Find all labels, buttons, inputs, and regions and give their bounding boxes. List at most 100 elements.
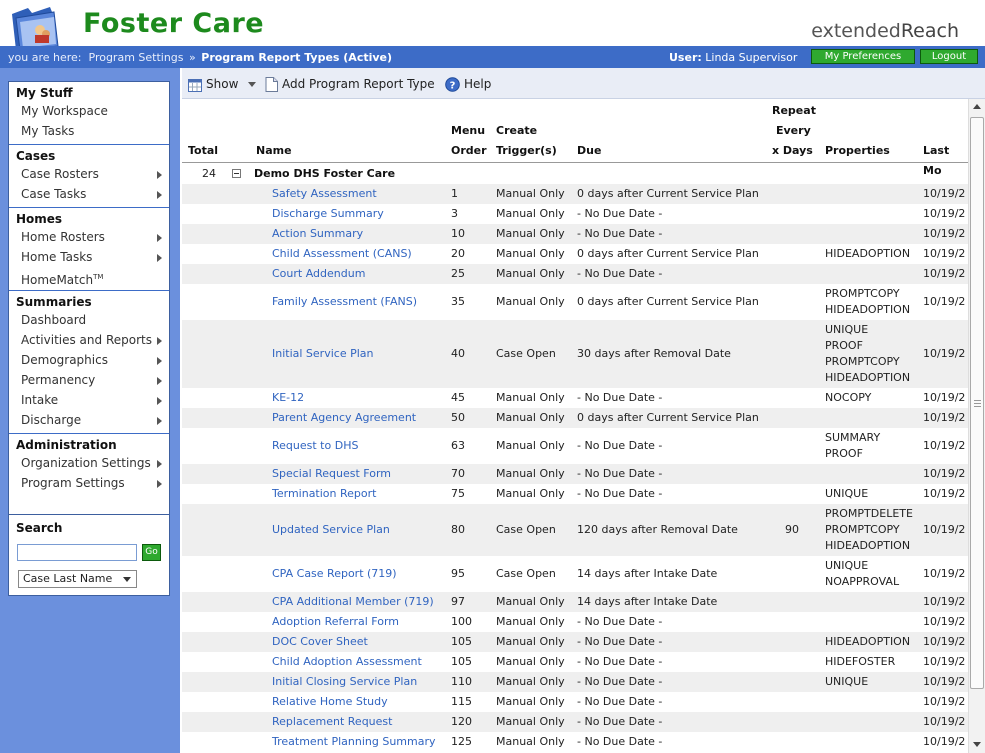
header-total[interactable]: Total xyxy=(188,141,218,161)
add-program-report-type-button[interactable]: Add Program Report Type xyxy=(265,76,435,92)
sidebar-item-label: Intake xyxy=(21,393,59,407)
sidebar-item[interactable]: Case Rosters xyxy=(9,165,169,185)
go-button[interactable]: Go xyxy=(142,544,161,561)
menu-order-cell: 100 xyxy=(451,615,472,628)
trigger-cell: Manual Only xyxy=(496,615,565,628)
property-value: HIDEADOPTION xyxy=(825,247,911,260)
report-type-link[interactable]: Adoption Referral Form xyxy=(272,614,399,630)
report-type-link[interactable]: Initial Closing Service Plan xyxy=(272,674,417,690)
sidebar-item[interactable]: Dashboard xyxy=(9,311,169,331)
chevron-right-icon xyxy=(157,357,162,365)
help-button[interactable]: ? Help xyxy=(445,76,491,92)
sidebar-item[interactable]: My Tasks xyxy=(9,122,169,142)
chevron-right-icon xyxy=(157,460,162,468)
sidebar-item-label: Case Rosters xyxy=(21,167,99,181)
due-cell: - No Due Date - xyxy=(577,487,663,500)
sidebar-item[interactable]: My Workspace xyxy=(9,102,169,122)
report-type-link[interactable]: Safety Assessment xyxy=(272,186,377,202)
property-value: PROMPTCOPY xyxy=(825,523,900,536)
menu-order-cell: 110 xyxy=(451,675,472,688)
show-menu-button[interactable]: Show xyxy=(188,76,257,92)
table-row: Action Summary 10 Manual Only - No Due Date… xyxy=(182,224,968,244)
sidebar-item[interactable]: Intake xyxy=(9,391,169,411)
report-type-link[interactable]: Replacement Request xyxy=(272,714,392,730)
menu-order-cell: 1 xyxy=(451,187,458,200)
header-properties[interactable]: Properties xyxy=(825,141,890,161)
collapse-icon[interactable] xyxy=(232,169,241,178)
report-type-link[interactable]: KE-12 xyxy=(272,390,304,406)
report-type-link[interactable]: Family Assessment (FANS) xyxy=(272,294,417,310)
due-cell: - No Due Date - xyxy=(577,715,663,728)
sidebar-item[interactable]: Home Tasks xyxy=(9,248,169,268)
top-bar: you are here: Program Settings » Program… xyxy=(0,46,985,68)
logout-button[interactable]: Logout xyxy=(920,49,978,64)
brand-light: extended xyxy=(811,20,901,42)
due-cell: 30 days after Removal Date xyxy=(577,347,731,360)
report-type-link[interactable]: Initial Service Plan xyxy=(272,346,374,362)
nav-section: My Stuff My Workspace My Tasks xyxy=(9,82,169,145)
menu-order-cell: 70 xyxy=(451,467,465,480)
report-type-link[interactable]: Action Summary xyxy=(272,226,363,242)
sidebar-item[interactable]: Discharge xyxy=(9,411,169,431)
trigger-cell: Manual Only xyxy=(496,439,565,452)
report-type-link[interactable]: Court Addendum xyxy=(272,266,365,282)
report-type-link[interactable]: CPA Additional Member (719) xyxy=(272,594,434,610)
report-type-link[interactable]: Termination Report xyxy=(272,486,376,502)
header-name[interactable]: Name xyxy=(256,141,292,161)
breadcrumb-parent-link[interactable]: Program Settings xyxy=(89,51,184,64)
last-modified-cell: 10/19/2 xyxy=(923,439,966,452)
sidebar-item[interactable]: Demographics xyxy=(9,351,169,371)
table-row: Treatment Planning Summary 125 Manual Only… xyxy=(182,732,968,752)
search-type-value: Case Last Name xyxy=(23,572,113,585)
report-type-link[interactable]: Child Assessment (CANS) xyxy=(272,246,412,262)
my-preferences-button[interactable]: My Preferences xyxy=(811,49,915,64)
breadcrumb-current: Program Report Types (Active) xyxy=(201,51,393,64)
search-type-select[interactable]: Case Last Name xyxy=(18,570,137,588)
sidebar-item[interactable]: Activities and Reports xyxy=(9,331,169,351)
header-trigger-line1: Create xyxy=(496,124,538,137)
nav-section-title: My Stuff xyxy=(16,86,73,100)
sidebar-item-label: Home Rosters xyxy=(21,230,105,244)
last-modified-cell: 10/19/2 xyxy=(923,267,966,280)
menu-order-cell: 40 xyxy=(451,347,465,360)
property-value: UNIQUE xyxy=(825,559,869,572)
header-repeat[interactable]: x Days xyxy=(772,141,813,161)
report-type-link[interactable]: Parent Agency Agreement xyxy=(272,410,416,426)
report-type-link[interactable]: Request to DHS xyxy=(272,438,358,454)
sidebar-item-label: Demographics xyxy=(21,353,108,367)
sidebar-item[interactable]: HomeMatchTM xyxy=(9,268,169,288)
header-trigger[interactable]: Trigger(s) xyxy=(496,141,557,161)
sidebar-item[interactable]: Organization Settings xyxy=(9,454,169,474)
header-due[interactable]: Due xyxy=(577,141,601,161)
scroll-up-icon[interactable] xyxy=(969,99,985,115)
property-value: HIDEADOPTION xyxy=(825,539,911,552)
table-row: Relative Home Study 115 Manual Only - No Du… xyxy=(182,692,968,712)
report-type-link[interactable]: Child Adoption Assessment xyxy=(272,654,422,670)
header-menu-line1: Menu xyxy=(451,124,486,137)
property-value: SUMMARY xyxy=(825,431,881,444)
report-type-link[interactable]: Updated Service Plan xyxy=(272,522,390,538)
scrollbar-thumb[interactable] xyxy=(970,117,984,689)
chevron-right-icon xyxy=(157,171,162,179)
sidebar-item[interactable]: Program Settings xyxy=(9,474,169,494)
search-input[interactable] xyxy=(17,544,137,561)
report-type-link[interactable]: Relative Home Study xyxy=(272,694,388,710)
breadcrumb-separator: » xyxy=(189,51,196,64)
last-modified-cell: 10/19/2 xyxy=(923,227,966,240)
report-type-link[interactable]: DOC Cover Sheet xyxy=(272,634,368,650)
vertical-scrollbar[interactable] xyxy=(968,99,985,753)
sidebar-item-label: HomeMatch xyxy=(21,273,94,287)
report-type-link[interactable]: CPA Case Report (719) xyxy=(272,566,397,582)
due-cell: 14 days after Intake Date xyxy=(577,595,718,608)
report-type-link[interactable]: Discharge Summary xyxy=(272,206,384,222)
header-menu-order[interactable]: Order xyxy=(451,141,487,161)
report-type-link[interactable]: Treatment Planning Summary xyxy=(272,734,436,750)
sidebar-item[interactable]: Case Tasks xyxy=(9,185,169,205)
last-modified-cell: 10/19/2 xyxy=(923,187,966,200)
report-type-link[interactable]: Special Request Form xyxy=(272,466,391,482)
sidebar-item[interactable]: Permanency xyxy=(9,371,169,391)
sidebar-item[interactable]: Home Rosters xyxy=(9,228,169,248)
table-row: CPA Additional Member (719) 97 Manual Only… xyxy=(182,592,968,612)
trigger-cell: Manual Only xyxy=(496,635,565,648)
scroll-down-icon[interactable] xyxy=(969,737,985,753)
